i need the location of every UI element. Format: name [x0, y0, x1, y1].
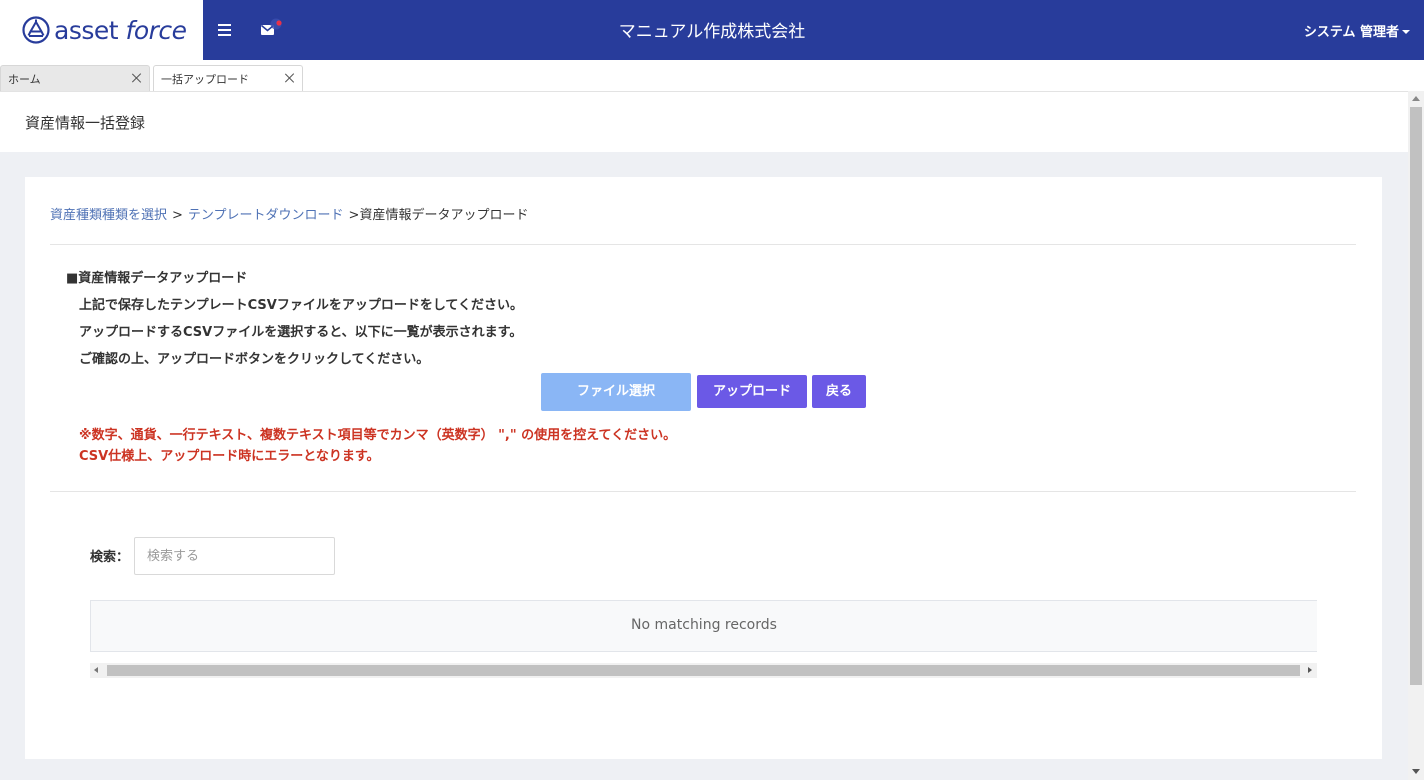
records-table: No matching records	[90, 600, 1317, 652]
breadcrumb-current: 資産情報データアップロード	[359, 208, 529, 223]
breadcrumb-template-download[interactable]: テンプレートダウンロード	[188, 208, 344, 223]
breadcrumb-select-asset-type[interactable]: 資産種類種類を選択	[50, 208, 167, 223]
logo[interactable]: asset force	[0, 0, 203, 60]
title-bar: 資産情報一括登録	[0, 91, 1408, 152]
mail-icon[interactable]	[258, 18, 284, 42]
scrollbar-thumb[interactable]	[107, 665, 1300, 676]
user-menu[interactable]: システム 管理者	[1304, 21, 1410, 40]
logo-text: asset force	[54, 16, 187, 45]
back-button[interactable]: 戻る	[812, 375, 866, 408]
instruction-text: ご確認の上、アップロードボタンをクリックしてください。	[79, 352, 430, 367]
scroll-down-icon[interactable]	[1412, 769, 1420, 774]
search-input[interactable]	[134, 537, 335, 575]
warning-text: ※数字、通貨、一行テキスト、複数テキスト項目等でカンマ（英数字） "," の使用…	[79, 428, 677, 443]
logo-text-asset: asset	[54, 15, 119, 45]
breadcrumb: 資産種類種類を選択 > テンプレートダウンロード >資産情報データアップロード	[50, 204, 528, 223]
warning-text: CSV仕様上、アップロード時にエラーとなります。	[79, 449, 380, 464]
scroll-right-icon[interactable]	[1308, 667, 1312, 673]
file-select-button[interactable]: ファイル選択	[541, 373, 691, 411]
upload-card: 資産種類種類を選択 > テンプレートダウンロード >資産情報データアップロード ■資産…	[25, 177, 1382, 759]
close-icon[interactable]	[131, 72, 143, 84]
tab-home-label: ホーム	[8, 73, 41, 86]
scrollbar-thumb[interactable]	[1410, 107, 1422, 685]
divider	[50, 491, 1356, 492]
tab-bulk-upload[interactable]: 一括アップロード	[153, 65, 303, 91]
breadcrumb-separator: >	[348, 208, 360, 223]
menu-icon[interactable]	[215, 18, 235, 42]
upload-button[interactable]: アップロード	[697, 375, 807, 408]
logo-text-force: force	[125, 15, 188, 45]
instruction-text: アップロードするCSVファイルを選択すると、以下に一覧が表示されます。	[79, 325, 523, 340]
divider	[50, 244, 1356, 245]
notification-dot	[276, 20, 282, 26]
search-label: 検索：	[90, 550, 130, 565]
tab-home[interactable]: ホーム	[0, 65, 150, 91]
tab-bulk-upload-label: 一括アップロード	[161, 73, 249, 86]
instruction-text: 上記で保存したテンプレートCSVファイルをアップロードをしてください。	[79, 298, 524, 313]
horizontal-scrollbar[interactable]	[90, 663, 1317, 678]
scroll-up-icon[interactable]	[1412, 96, 1420, 101]
vertical-scrollbar[interactable]	[1408, 91, 1424, 780]
user-name: システム 管理者	[1303, 25, 1399, 40]
page-title: 資産情報一括登録	[25, 114, 146, 132]
scroll-left-icon[interactable]	[94, 667, 98, 673]
empty-table-message: No matching records	[631, 617, 777, 633]
company-name: マニュアル作成株式会社	[618, 22, 806, 42]
top-header: asset force マニュアル作成株式会社 システム 管理者	[0, 0, 1424, 60]
caret-down-icon	[1402, 29, 1410, 34]
recycle-logo-icon	[22, 16, 50, 44]
section-title: ■資産情報データアップロード	[66, 271, 248, 286]
breadcrumb-separator: >	[172, 208, 183, 223]
close-icon[interactable]	[284, 72, 296, 84]
tab-bar: ホーム 一括アップロード	[0, 60, 1424, 91]
